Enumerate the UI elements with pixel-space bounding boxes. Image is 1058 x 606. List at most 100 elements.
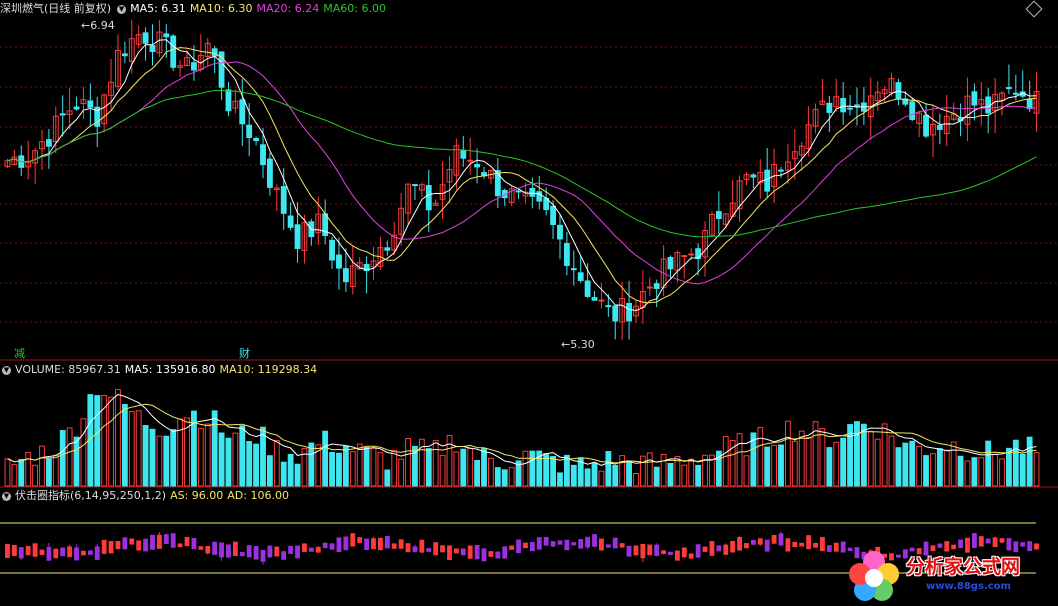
volume-bar	[667, 462, 674, 487]
indicator-bar	[688, 553, 694, 559]
ma60-line	[7, 89, 1037, 238]
indicator-bar	[612, 537, 618, 549]
indicator-bar	[170, 533, 176, 548]
indicator-bar	[440, 545, 445, 553]
event-marker-reduce[interactable]: 减	[14, 345, 25, 361]
volume-bar	[826, 447, 833, 487]
indicator-bar	[39, 549, 45, 555]
indicator-bar	[53, 548, 59, 559]
volume-bar	[149, 428, 156, 487]
volume-bar	[32, 464, 38, 487]
stock-chart	[0, 20, 1058, 574]
indicator-bar	[647, 544, 653, 556]
volume-bar	[791, 440, 798, 487]
volume-bar	[798, 430, 805, 487]
volume-bar	[681, 464, 688, 487]
candle-body	[467, 159, 474, 162]
volume-bar	[356, 443, 363, 487]
volume-bar	[342, 446, 349, 487]
indicator-bar	[226, 544, 231, 558]
volume-bar	[1026, 436, 1033, 487]
ma10-line	[7, 47, 1037, 304]
volume-bar	[439, 454, 446, 487]
candle-body	[142, 32, 149, 44]
volume-bar	[778, 444, 784, 487]
volume-bar	[59, 430, 66, 487]
candle-body	[681, 255, 688, 258]
candle-body	[253, 138, 260, 142]
volume-bar	[322, 430, 329, 487]
watermark: 分析家公式网 www.88gs.com	[844, 548, 1054, 604]
ma20-legend: MA20: 6.24	[256, 2, 320, 15]
collapse-icon[interactable]: ▼	[2, 491, 11, 501]
volume-bar	[902, 442, 909, 487]
volume-bar	[280, 461, 287, 487]
volume-bar	[695, 464, 702, 487]
volume-bar	[916, 445, 923, 487]
candle-body	[384, 247, 391, 251]
volume-bar	[736, 433, 743, 487]
volume-bar	[101, 394, 108, 487]
volume-bar	[115, 389, 121, 487]
volume-bar	[626, 460, 632, 487]
volume-bar	[25, 451, 32, 487]
indicator-name: 伏击圈指标(6,14,95,250,1,2)	[15, 489, 167, 502]
volume-bar	[494, 467, 501, 487]
volume-bar	[287, 454, 294, 487]
candle-body	[342, 268, 349, 283]
indicator-as: AS: 96.00	[170, 489, 224, 502]
volume-bar	[391, 449, 398, 487]
volume-bar	[819, 427, 826, 487]
volume-bar	[377, 452, 384, 487]
volume-bar	[584, 468, 591, 487]
volume-bar	[170, 429, 177, 487]
volume-bar	[467, 448, 474, 487]
indicator-bar	[308, 547, 314, 552]
volume-ma10: MA10: 119298.34	[219, 363, 318, 376]
volume-bar	[11, 463, 18, 487]
indicator-bar	[674, 550, 680, 561]
indicator-bar	[115, 541, 121, 550]
volume-bar	[225, 437, 232, 487]
event-marker-finance[interactable]: 财	[239, 345, 250, 361]
volume-bar	[45, 458, 52, 487]
flower-logo-icon	[849, 551, 899, 601]
indicator-bar	[122, 537, 128, 550]
collapse-icon[interactable]: ▼	[2, 365, 11, 375]
volume-bar	[563, 454, 570, 487]
indicator-bar	[212, 541, 218, 555]
volume-bar	[329, 451, 335, 487]
volume-bar	[881, 423, 888, 487]
volume-bar	[294, 463, 301, 487]
indicator-bar	[281, 551, 287, 560]
candle-body	[425, 185, 432, 211]
volume-ma5: MA5: 135916.80	[124, 363, 216, 376]
candle-body	[653, 283, 660, 289]
indicator-bar	[799, 542, 805, 547]
volume-bar	[840, 437, 847, 487]
price-legend: 深圳燃气(日线 前复权) ▼ MA5: 6.31 MA10: 6.30 MA20: 6.…	[0, 1, 390, 17]
volume-bar	[957, 455, 964, 487]
ma10-legend: MA10: 6.30	[189, 2, 253, 15]
indicator-bar	[564, 539, 570, 551]
candle-body	[515, 190, 522, 193]
candle-body	[847, 107, 853, 110]
candle-body	[460, 150, 467, 159]
candle-body	[605, 305, 612, 308]
volume-bar	[985, 440, 992, 487]
candle-body	[840, 98, 847, 113]
volume-bar	[446, 434, 453, 487]
indicator-bar	[467, 545, 473, 559]
indicator-bar	[785, 538, 791, 552]
candle-body	[1006, 87, 1012, 90]
indicator-bar	[336, 537, 342, 552]
candle-body	[246, 124, 253, 138]
volume-bar	[273, 439, 280, 487]
collapse-icon[interactable]: ▼	[117, 4, 127, 14]
candle-body	[329, 239, 335, 261]
volume-bar	[867, 430, 874, 487]
volume-bar	[646, 452, 653, 487]
volume-bar	[460, 448, 467, 487]
ma60-legend: MA60: 6.00	[323, 2, 386, 15]
candle-body	[646, 286, 653, 289]
